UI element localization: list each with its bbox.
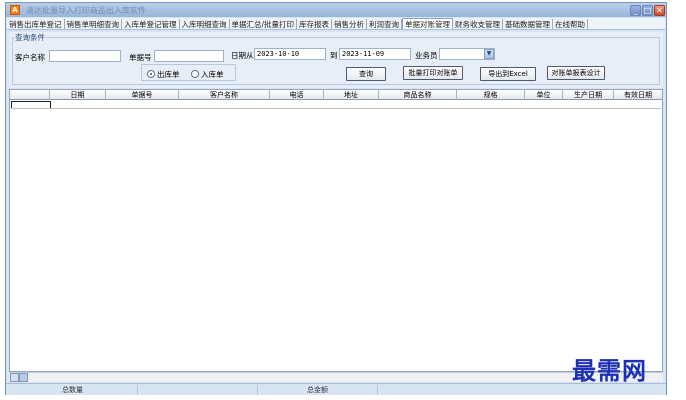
result-table[interactable]: 日期 单据号 客户名称 电话 地址 商品名称 规格 单位 生产日期 有效日期 (9, 89, 663, 372)
tab-profit[interactable]: 利润查询 (367, 19, 403, 29)
tab-sales-detail[interactable]: 销售单明细查询 (65, 19, 122, 29)
tab-inventory-report[interactable]: 库存报表 (297, 19, 333, 29)
total-amount-label: 总金额 (258, 385, 378, 395)
tab-finance[interactable]: 财务收支管理 (453, 19, 504, 29)
export-excel-button[interactable]: 导出到Excel (480, 67, 536, 81)
salesman-label: 业务员 (415, 51, 438, 60)
radio-in-label: 入库单 (201, 70, 224, 79)
status-spacer (138, 385, 258, 395)
column-header-doc-no[interactable]: 单据号 (106, 90, 179, 100)
scroll-left-icon[interactable] (10, 373, 19, 382)
radio-in[interactable]: 入库单 (191, 69, 224, 80)
column-header-date[interactable]: 日期 (50, 90, 106, 100)
horizontal-scrollbar[interactable] (9, 372, 663, 382)
chevron-down-icon[interactable]: ▼ (484, 49, 494, 59)
row-divider (11, 108, 661, 109)
tab-stock-in[interactable]: 入库单登记管理 (122, 19, 180, 29)
date-from-input[interactable]: 2023-10-10 (254, 48, 326, 60)
report-design-button[interactable]: 对账单报表设计 (547, 66, 605, 80)
table-header: 日期 单据号 客户名称 电话 地址 商品名称 规格 单位 生产日期 有效日期 (10, 90, 662, 100)
column-header-product[interactable]: 商品名称 (379, 90, 457, 100)
date-to-input[interactable]: 2023-11-09 (339, 48, 411, 60)
radio-out-label: 出库单 (157, 70, 180, 79)
date-from-label: 日期从 (231, 51, 254, 60)
date-to-label: 到 (330, 51, 338, 60)
title-bar[interactable]: A 速达批量导入打印商品出入库软件 _ □ ✕ (6, 3, 666, 17)
tab-stock-in-detail[interactable]: 入库明细查询 (180, 19, 230, 29)
column-header-phone[interactable]: 电话 (270, 90, 324, 100)
app-icon: A (10, 5, 20, 15)
search-button[interactable]: 查询 (346, 67, 386, 81)
column-header-production-date[interactable]: 生产日期 (563, 90, 614, 100)
status-bar: 总数量 总金额 (6, 383, 666, 395)
radio-selected-icon (147, 70, 155, 78)
column-header-spec[interactable]: 规格 (457, 90, 525, 100)
total-quantity-label: 总数量 (8, 385, 138, 395)
doc-no-label: 单据号 (129, 53, 152, 62)
doc-no-input[interactable] (154, 50, 224, 62)
radio-out[interactable]: 出库单 (147, 69, 180, 80)
column-header-expiry-date[interactable]: 有效日期 (614, 90, 662, 100)
minimize-icon[interactable]: _ (630, 5, 641, 16)
batch-print-button[interactable]: 批量打印对账单 (403, 66, 463, 80)
tab-reconciliation[interactable]: 单据对账管理 (402, 18, 454, 29)
column-header-address[interactable]: 地址 (324, 90, 379, 100)
main-window: A 速达批量导入打印商品出入库软件 _ □ ✕ 销售出库单登记 销售单明细查询 入库… (5, 2, 667, 395)
tab-sales-analysis[interactable]: 销售分析 (332, 19, 368, 29)
scroll-thumb[interactable] (19, 373, 28, 382)
tab-sales-out[interactable]: 销售出库单登记 (7, 19, 65, 29)
maximize-icon[interactable]: □ (642, 5, 653, 16)
watermark-logo: 最需网 (572, 356, 647, 385)
customer-input[interactable] (49, 50, 121, 62)
window-title: 速达批量导入打印商品出入库软件 (26, 6, 146, 15)
doc-type-radio-group: 出库单 入库单 (141, 64, 236, 81)
tab-help[interactable]: 在线帮助 (553, 19, 589, 29)
row-indicator-header (10, 90, 50, 100)
radio-empty-icon (191, 70, 199, 78)
column-header-customer[interactable]: 客户名称 (179, 90, 270, 100)
column-header-unit[interactable]: 单位 (525, 90, 563, 100)
tab-bar: 销售出库单登记 销售单明细查询 入库单登记管理 入库明细查询 单据汇总/批量打印 库存报表… (7, 18, 665, 30)
tab-base-data[interactable]: 基础数据管理 (503, 19, 554, 29)
query-legend: 查询条件 (14, 32, 46, 43)
tab-batch-print[interactable]: 单据汇总/批量打印 (230, 19, 298, 29)
customer-label: 客户名称 (15, 53, 45, 62)
close-icon[interactable]: ✕ (654, 5, 665, 16)
